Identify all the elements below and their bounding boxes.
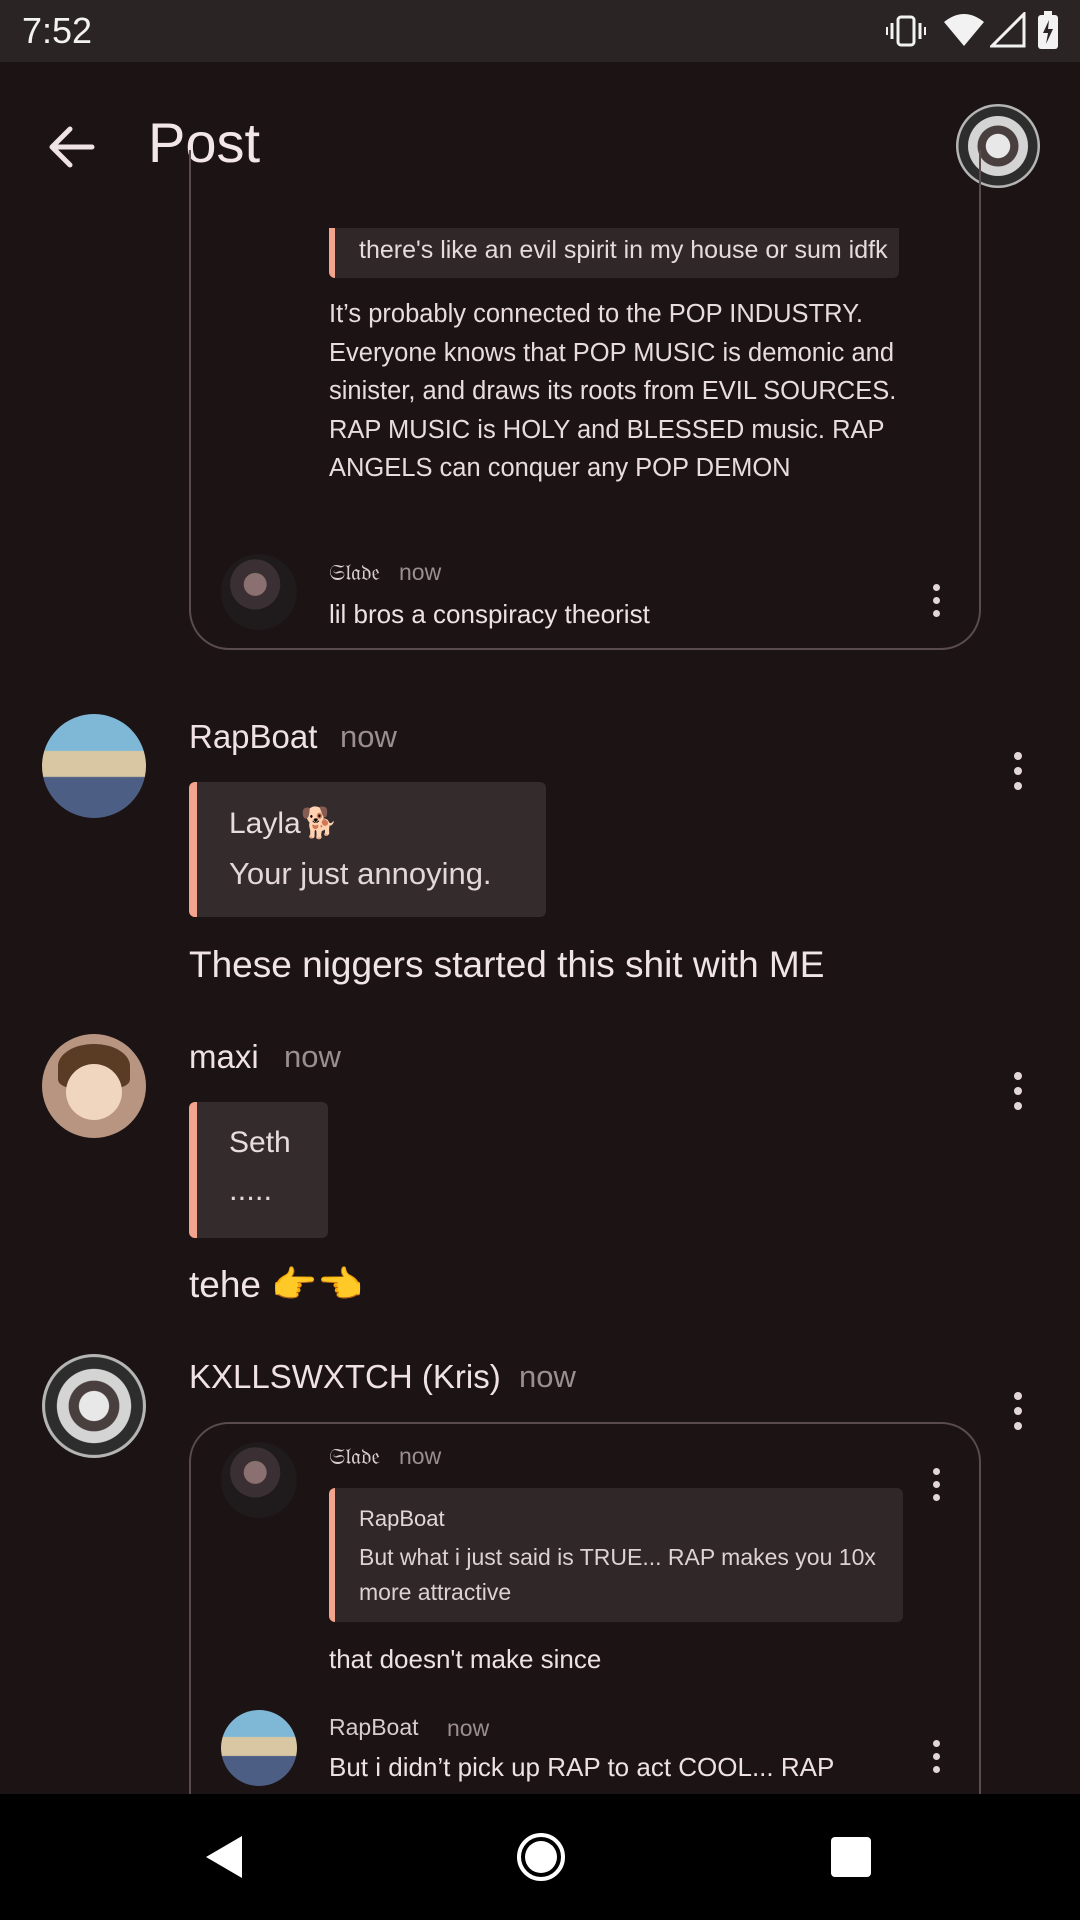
comment: KXLLSWXTCH (Kris) now 𝔖𝔩𝔞𝔡𝔢 now RapBoat …	[0, 1340, 1080, 1794]
comment-username[interactable]: KXLLSWXTCH (Kris)	[189, 1358, 501, 1396]
more-vertical-icon[interactable]	[1013, 1392, 1023, 1437]
status-time: 7:52	[22, 10, 93, 51]
comment: RapBoat now Layla🐕 Your just annoying. T…	[0, 700, 1080, 1000]
avatar[interactable]	[221, 1710, 297, 1786]
reply-text: lil bros a conspiracy theorist	[329, 599, 650, 629]
comment-time: now	[340, 719, 397, 754]
wifi-icon	[944, 14, 984, 46]
nav-home-icon[interactable]	[516, 1832, 566, 1882]
reply-username[interactable]: 𝔖𝔩𝔞𝔡𝔢	[329, 560, 380, 586]
avatar[interactable]	[42, 1354, 146, 1458]
avatar[interactable]	[221, 554, 297, 630]
avatar[interactable]	[221, 1442, 297, 1518]
quoted-message: there's like an evil spirit in my house …	[329, 228, 899, 278]
comment-time: now	[519, 1359, 576, 1394]
reply-time: now	[399, 1443, 442, 1469]
quoted-username: RapBoat	[359, 1506, 445, 1531]
navigation-bar	[0, 1794, 1080, 1920]
vibrate-icon	[886, 15, 926, 47]
comment-time: now	[284, 1039, 341, 1074]
nav-back-icon[interactable]	[204, 1834, 244, 1880]
reply-time: now	[447, 1715, 490, 1741]
thread-body-text: It’s probably connected to the POP INDUS…	[329, 300, 897, 482]
quoted-text: .....	[229, 1172, 273, 1207]
quoted-username: Layla🐕	[229, 807, 339, 840]
signal-icon	[990, 12, 1026, 48]
more-vertical-icon[interactable]	[1013, 1072, 1023, 1117]
reply-text: But i didn’t pick up RAP to act COOL... …	[329, 1752, 835, 1782]
comment-text: These niggers started this shit with ME	[189, 944, 825, 985]
comment-username[interactable]: maxi	[189, 1038, 259, 1076]
reply-time: now	[399, 559, 442, 585]
quoted-message[interactable]: RapBoat But what i just said is TRUE... …	[329, 1488, 903, 1622]
battery-charging-icon	[1038, 11, 1058, 49]
quoted-text: But what i just said is TRUE... RAP make…	[359, 1544, 876, 1605]
comment-text: tehe 👉👈	[189, 1264, 364, 1305]
nav-recents-icon[interactable]	[830, 1836, 872, 1878]
more-vertical-icon[interactable]	[931, 1740, 941, 1779]
nested-thread-card: there's like an evil spirit in my house …	[189, 150, 981, 650]
reply-username[interactable]: 𝔖𝔩𝔞𝔡𝔢	[329, 1444, 380, 1470]
more-vertical-icon[interactable]	[931, 584, 941, 623]
quoted-text: there's like an evil spirit in my house …	[359, 236, 888, 264]
more-vertical-icon[interactable]	[931, 1468, 941, 1507]
quoted-message[interactable]: Seth .....	[189, 1102, 328, 1238]
quoted-text: Your just annoying.	[229, 856, 492, 891]
comment: maxi now Seth ..... tehe 👉👈	[0, 1020, 1080, 1320]
more-vertical-icon[interactable]	[1013, 752, 1023, 797]
quoted-message[interactable]: Layla🐕 Your just annoying.	[189, 782, 546, 917]
nested-thread-card: 𝔖𝔩𝔞𝔡𝔢 now RapBoat But what i just said i…	[189, 1422, 981, 1794]
avatar[interactable]	[42, 714, 146, 818]
quoted-username: Seth	[229, 1126, 291, 1159]
arrow-left-icon[interactable]	[48, 124, 96, 170]
status-bar: 7:52	[0, 0, 1080, 62]
comment-username[interactable]: RapBoat	[189, 718, 317, 756]
reply-username[interactable]: RapBoat	[329, 1714, 419, 1741]
reply-text: that doesn't make since	[329, 1644, 602, 1674]
avatar[interactable]	[42, 1034, 146, 1138]
